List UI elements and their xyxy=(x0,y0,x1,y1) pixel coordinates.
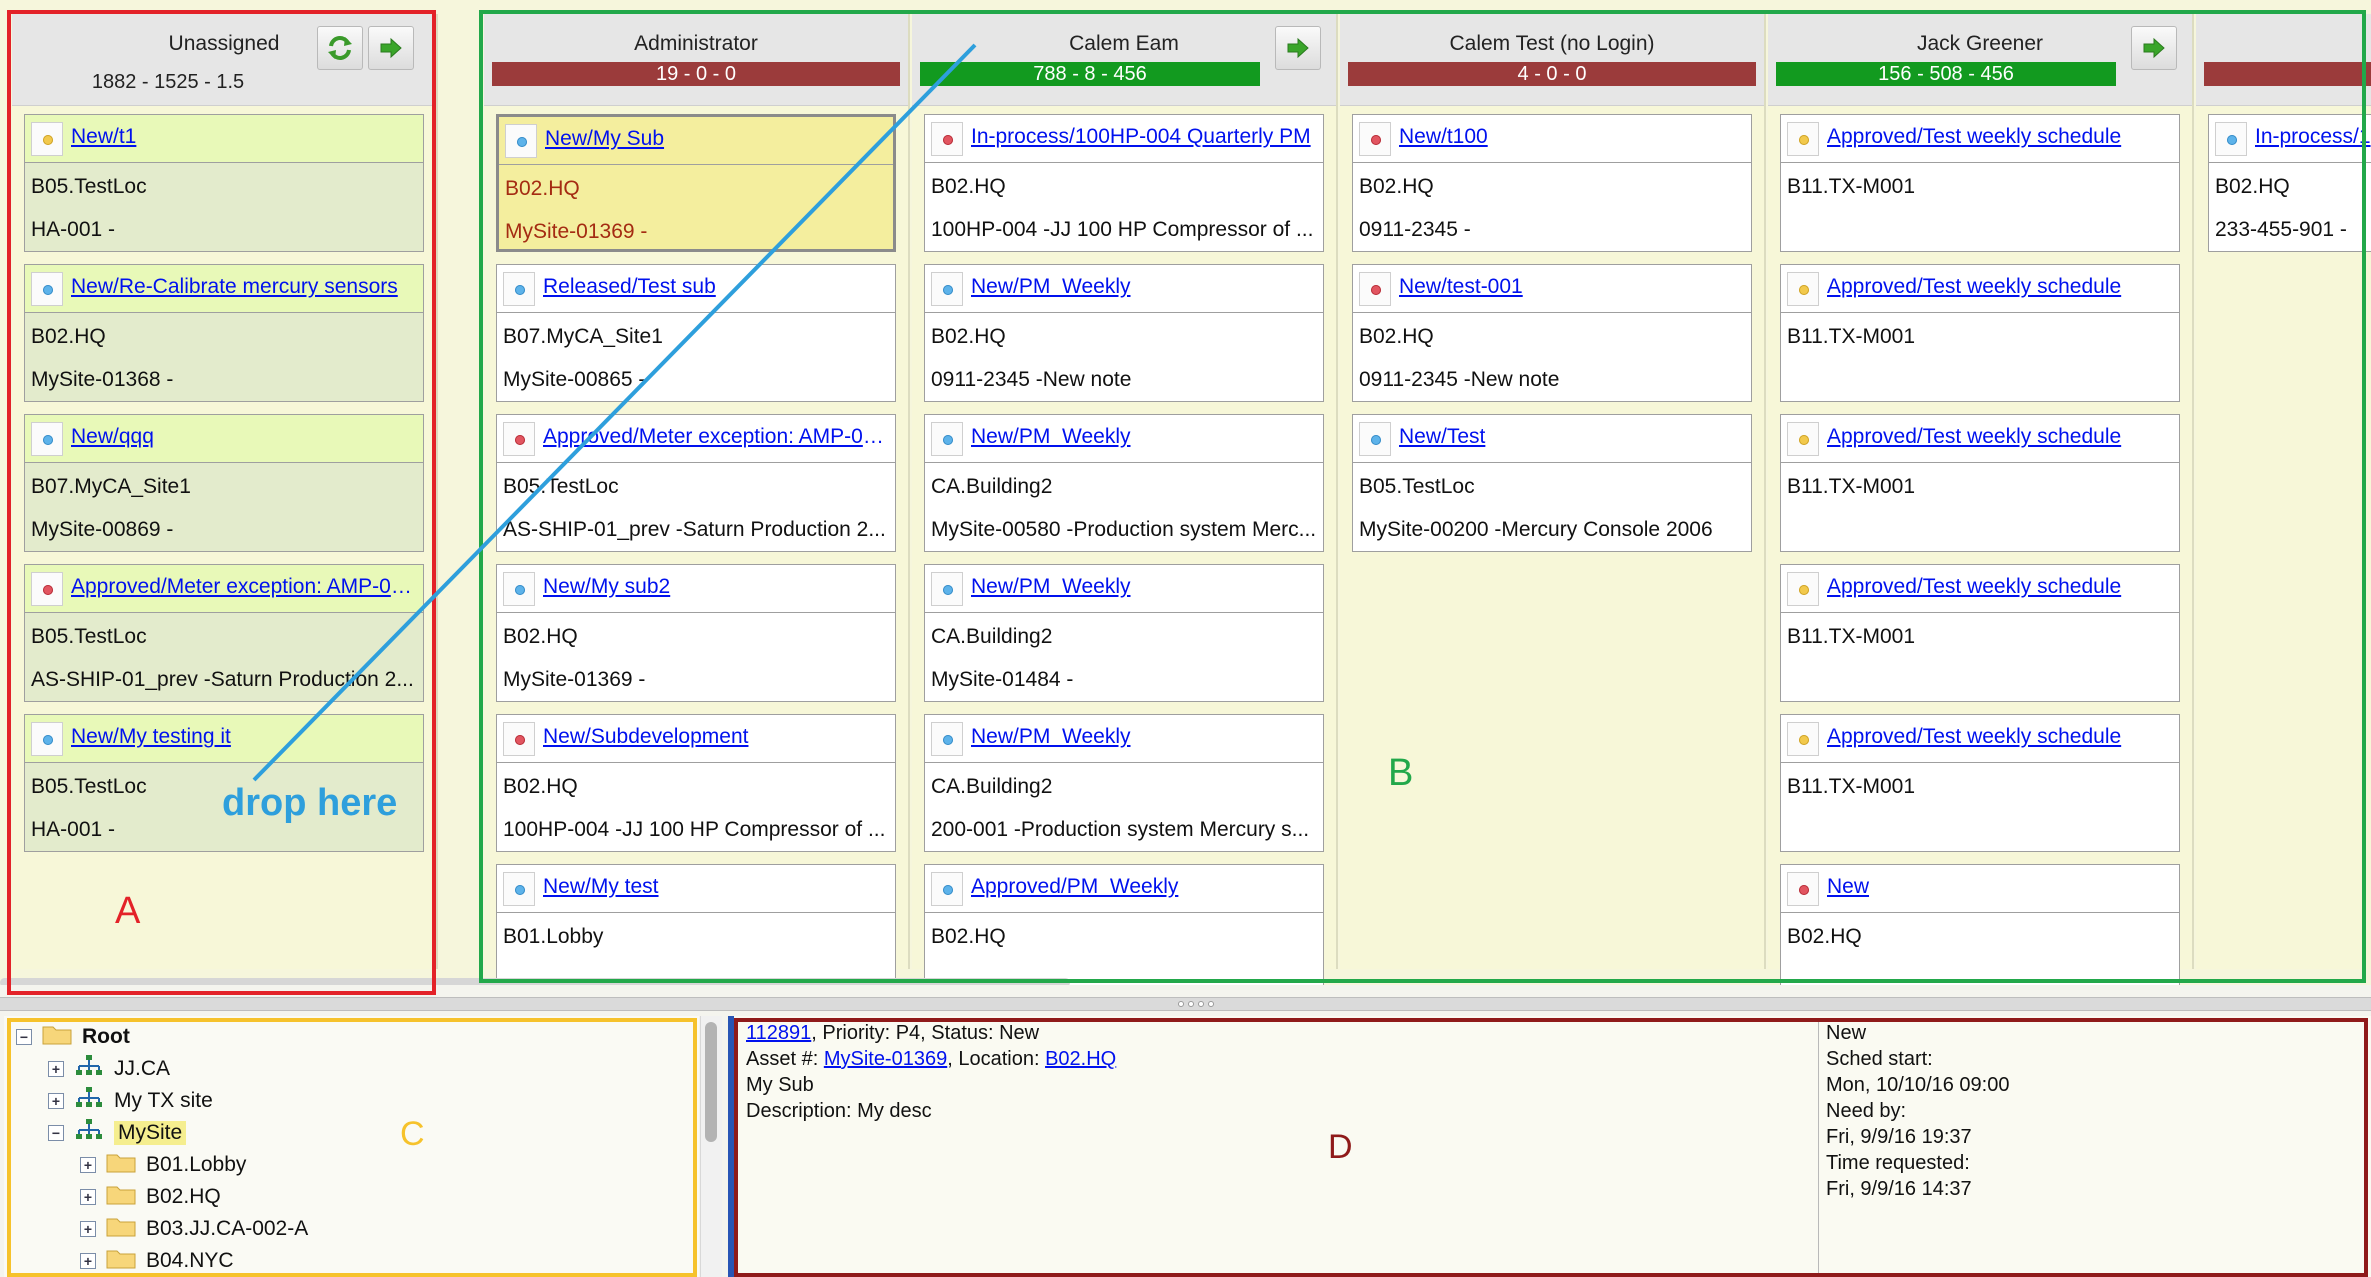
tree-scroll-thumb[interactable] xyxy=(705,1022,717,1142)
annotation-label-a: A xyxy=(115,890,141,932)
annotation-box-b xyxy=(479,10,2366,983)
annotation-label-b: B xyxy=(1388,752,1414,794)
annotation-label-c: C xyxy=(400,1115,425,1153)
annotation-box-d xyxy=(734,1018,2368,1277)
annotation-box-c xyxy=(7,1018,697,1277)
annotation-box-a xyxy=(7,10,436,995)
drop-here-label: drop here xyxy=(222,782,398,824)
tree-vertical-scrollbar[interactable] xyxy=(700,1016,722,1277)
panel-splitter[interactable] xyxy=(0,997,2371,1011)
splitter-grip-icon[interactable] xyxy=(1178,1001,1214,1007)
annotation-label-d: D xyxy=(1328,1128,1353,1166)
